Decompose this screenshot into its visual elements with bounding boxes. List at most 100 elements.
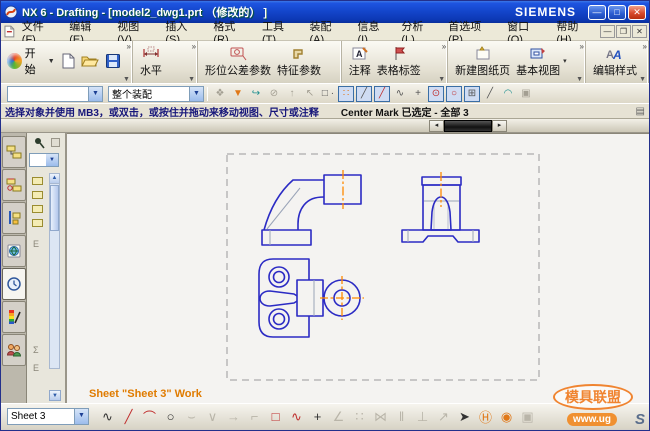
mdi-restore-button[interactable]: ❐ <box>616 25 631 38</box>
point-on-line-snap-icon[interactable]: ╱ <box>482 86 498 102</box>
toolbar-options-arrow[interactable]: ▼ <box>123 76 130 83</box>
end-point-snap-icon[interactable]: ╱ <box>356 86 372 102</box>
solid-face-snap-icon[interactable]: ▣ <box>518 86 534 102</box>
rectangle-tool-icon[interactable]: □ <box>265 407 286 427</box>
chamfer-tool-icon[interactable]: ∨ <box>202 407 223 427</box>
mdi-minimize-button[interactable]: — <box>600 25 615 38</box>
pick-cursor-icon[interactable]: ↖ <box>302 86 318 102</box>
intersection-snap-icon[interactable]: + <box>410 86 426 102</box>
undo-selection-icon[interactable]: ↪ <box>248 86 264 102</box>
arc-tool-icon[interactable]: ⌒ <box>139 407 160 427</box>
extend-tool-icon[interactable]: ⌐ <box>244 407 265 427</box>
dock-scrollbar[interactable]: ◂ ▸ <box>429 120 507 132</box>
selection-filter-icon[interactable]: ▼ <box>230 86 246 102</box>
panel-list-item[interactable] <box>32 219 43 227</box>
intersection-tool-icon[interactable]: ‖ <box>391 407 412 427</box>
panel-scrollbar[interactable]: ▲ <box>49 173 60 369</box>
select-tool-icon[interactable]: ➤ <box>454 407 475 427</box>
gdt-params-button[interactable]: 形位公差参数 <box>202 43 274 79</box>
toolbar-overflow-chevron[interactable]: » <box>580 42 584 51</box>
combo-dropdown-arrow-icon[interactable]: ▼ <box>46 154 58 166</box>
base-view-button[interactable]: 基本视图 <box>513 43 563 79</box>
circle-tool-icon[interactable]: ○ <box>160 407 181 427</box>
toolbar-options-arrow[interactable]: ▼ <box>188 76 195 83</box>
point-on-curve-snap-icon[interactable]: ∿ <box>392 86 408 102</box>
constraint-navigator-tab[interactable] <box>2 169 26 201</box>
reuse-library-tab[interactable] <box>2 235 26 267</box>
selection-scope-combo[interactable]: 整个装配 ▼ <box>108 86 204 102</box>
toolbar-options-arrow[interactable]: ▼ <box>438 76 445 83</box>
scrollbar-thumb[interactable] <box>444 120 492 132</box>
new-sheet-button[interactable]: 新建图纸页 <box>452 43 513 79</box>
base-view-dropdown-arrow[interactable]: ▾ <box>563 57 567 65</box>
quadrant-snap-icon[interactable]: ○ <box>446 86 462 102</box>
panel-list-item[interactable] <box>32 177 43 185</box>
snap-point-icon[interactable]: ∷ <box>338 86 354 102</box>
combo-dropdown-arrow-icon[interactable]: ▼ <box>189 87 203 101</box>
part-navigator-tab[interactable] <box>2 202 26 234</box>
trim-tool-icon[interactable]: → <box>223 407 244 427</box>
scroll-up-arrow-icon[interactable]: ▲ <box>50 174 59 184</box>
arc-center-snap-icon[interactable]: ⊙ <box>428 86 444 102</box>
edit-style-button[interactable]: A A 编辑样式 <box>590 43 640 79</box>
save-button[interactable] <box>102 47 124 75</box>
existing-point-snap-icon[interactable]: ⊞ <box>464 86 480 102</box>
new-file-button[interactable] <box>57 47 79 75</box>
toolbar-options-arrow[interactable]: ▼ <box>576 76 583 83</box>
deselect-all-icon[interactable]: ⊘ <box>266 86 282 102</box>
rectangle-select-icon[interactable]: □ · <box>320 86 336 102</box>
scroll-down-arrow-icon[interactable]: ▼ <box>49 390 61 401</box>
feature-params-button[interactable]: 特征参数 <box>274 43 324 79</box>
scrollbar-thumb[interactable] <box>50 185 59 231</box>
combo-dropdown-arrow-icon[interactable]: ▼ <box>88 87 102 101</box>
fillet-tool-icon[interactable]: ⌣ <box>181 407 202 427</box>
offset-tool-icon[interactable]: ∠ <box>328 407 349 427</box>
snap-h-tool-icon[interactable]: Ⓗ <box>475 407 496 427</box>
note-button[interactable]: A 注释 <box>346 43 374 79</box>
mirror-tool-icon[interactable]: ⋈ <box>370 407 391 427</box>
panel-list-item[interactable] <box>32 191 43 199</box>
mdi-close-button[interactable]: ✕ <box>632 25 647 38</box>
toolbar-overflow-chevron[interactable]: » <box>442 42 446 51</box>
constraint-coin-icon[interactable]: ◉ <box>496 407 517 427</box>
point-tool-icon[interactable]: + <box>307 407 328 427</box>
toolbar-overflow-chevron[interactable]: » <box>192 42 196 51</box>
top-view[interactable] <box>259 259 364 337</box>
derived-line-tool-icon[interactable]: ↗ <box>433 407 454 427</box>
panel-combo[interactable]: ▼ <box>29 153 59 167</box>
point-on-arc-snap-icon[interactable]: ◠ <box>500 86 516 102</box>
selection-filter-combo[interactable]: ▼ <box>7 86 103 102</box>
panel-list-item[interactable] <box>32 205 43 213</box>
roles-tab[interactable] <box>2 334 26 366</box>
history-tab[interactable] <box>2 268 26 300</box>
profile-tool-icon[interactable]: ∿ <box>97 407 118 427</box>
mid-point-snap-icon[interactable]: ╱ <box>374 86 390 102</box>
front-view[interactable] <box>402 172 479 242</box>
start-dropdown-arrow[interactable]: ▼ <box>48 58 55 65</box>
side-view[interactable] <box>262 170 361 245</box>
scroll-left-arrow-icon[interactable]: ◂ <box>429 120 444 132</box>
maximize-button[interactable]: □ <box>608 5 626 20</box>
horizontal-dimension-button[interactable]: 水平 <box>137 43 165 79</box>
tabular-note-button[interactable]: 表格标签 <box>374 43 424 79</box>
combo-dropdown-arrow-icon[interactable]: ▼ <box>74 409 88 424</box>
panel-option-button[interactable] <box>51 138 60 147</box>
select-arrow-icon[interactable]: ↑ <box>284 86 300 102</box>
more-tools-icon[interactable]: ▣ <box>517 407 538 427</box>
line-tool-icon[interactable]: ╱ <box>118 407 139 427</box>
close-button[interactable]: ✕ <box>628 5 646 20</box>
project-tool-icon[interactable]: ⊥ <box>412 407 433 427</box>
pin-icon[interactable] <box>33 137 45 149</box>
hd3d-tools-tab[interactable] <box>2 301 26 333</box>
sheet-combo[interactable]: Sheet 3 ▼ <box>7 408 89 425</box>
drawing-canvas[interactable]: Sheet "Sheet 3" Work <box>67 133 650 403</box>
toolbar-options-arrow[interactable]: ▼ <box>639 76 646 83</box>
toolbar-overflow-chevron[interactable]: » <box>126 42 130 51</box>
clipboard-icon[interactable]: ▤ <box>636 106 645 117</box>
assembly-navigator-tab[interactable] <box>2 136 26 168</box>
scroll-right-arrow-icon[interactable]: ▸ <box>492 120 507 132</box>
start-button[interactable]: 开始 ▼ <box>5 47 57 75</box>
open-file-button[interactable] <box>79 47 101 75</box>
pattern-tool-icon[interactable]: ∷ <box>349 407 370 427</box>
snap-settings-icon[interactable]: ❖ <box>212 86 228 102</box>
